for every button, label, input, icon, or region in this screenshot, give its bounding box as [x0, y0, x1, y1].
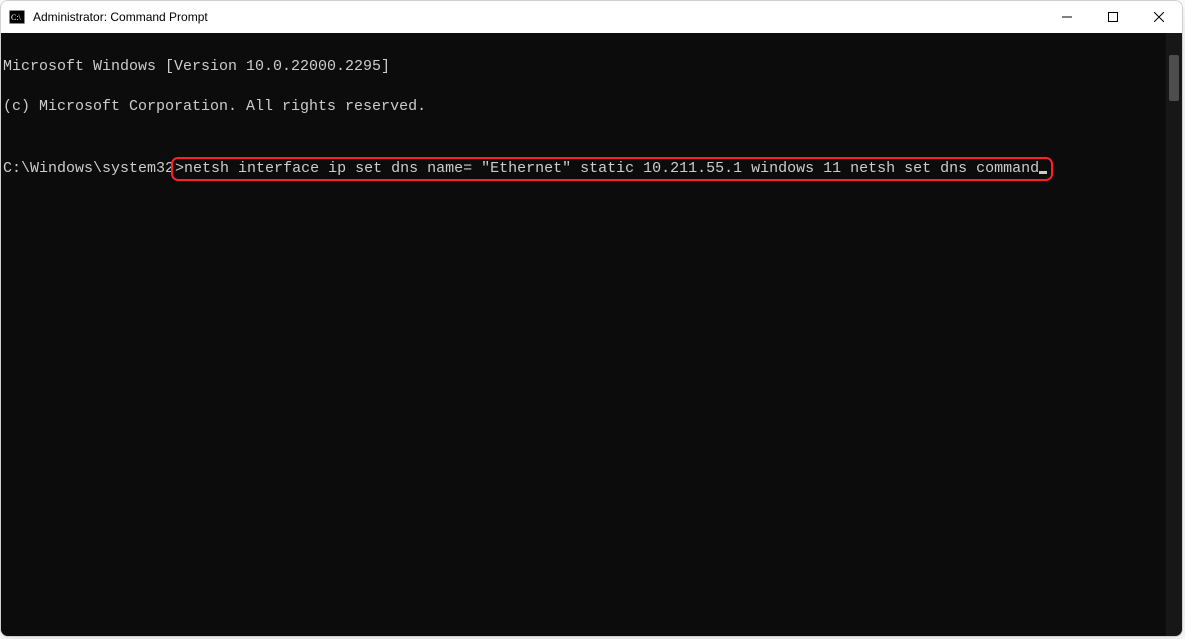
vertical-scrollbar[interactable] [1166, 33, 1182, 636]
scrollbar-thumb[interactable] [1169, 55, 1179, 101]
command-prompt-window: C:\ Administrator: Command Prompt Micros… [0, 0, 1183, 637]
titlebar[interactable]: C:\ Administrator: Command Prompt [1, 1, 1182, 33]
svg-text:C:\: C:\ [11, 13, 22, 22]
close-button[interactable] [1136, 1, 1182, 33]
cmd-icon: C:\ [9, 9, 25, 25]
highlighted-command: >netsh interface ip set dns name= "Ether… [171, 157, 1053, 181]
text-cursor [1039, 171, 1047, 174]
console-area: Microsoft Windows [Version 10.0.22000.22… [1, 33, 1182, 636]
prompt-path: C:\Windows\system32 [3, 160, 174, 177]
minimize-button[interactable] [1044, 1, 1090, 33]
maximize-button[interactable] [1090, 1, 1136, 33]
window-title: Administrator: Command Prompt [33, 10, 1044, 24]
prompt-line: C:\Windows\system32>netsh interface ip s… [3, 157, 1053, 181]
prompt-angle: > [175, 160, 184, 177]
console-output[interactable]: Microsoft Windows [Version 10.0.22000.22… [1, 33, 1166, 636]
banner-line-2: (c) Microsoft Corporation. All rights re… [3, 97, 1166, 117]
banner-line-1: Microsoft Windows [Version 10.0.22000.22… [3, 57, 1166, 77]
entered-command: netsh interface ip set dns name= "Ethern… [184, 160, 1039, 177]
